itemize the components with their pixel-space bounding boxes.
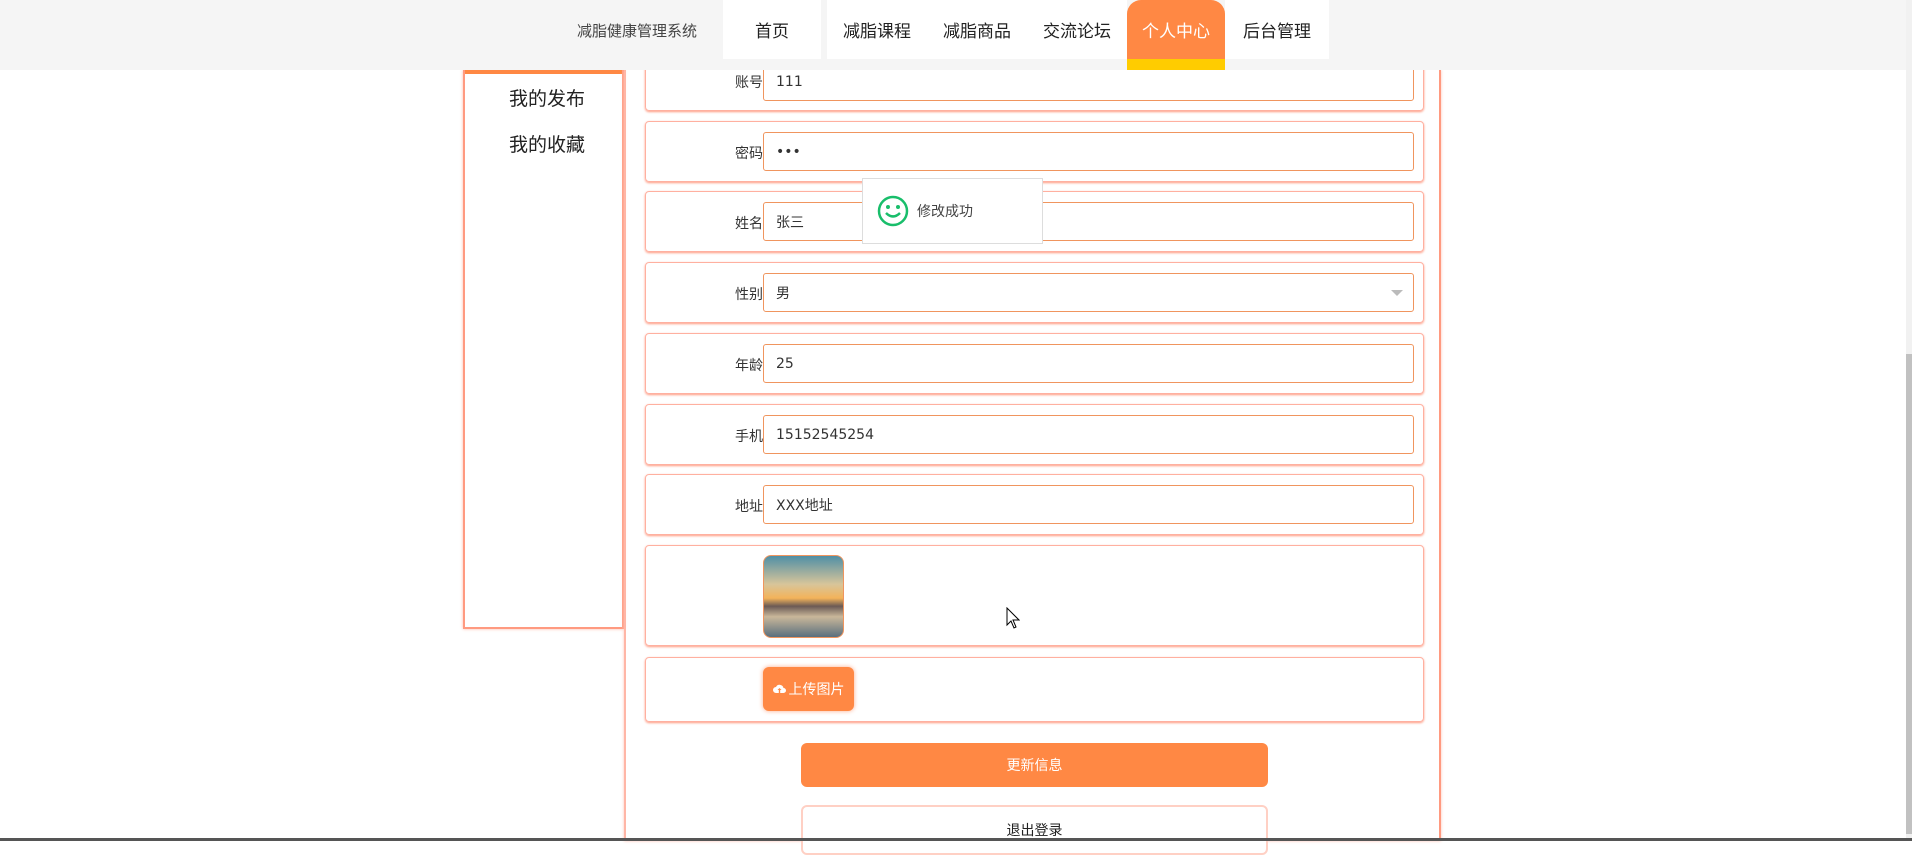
form-row-phone: 手机 15152545254 xyxy=(645,404,1424,465)
nav-products[interactable]: 减脂商品 xyxy=(927,0,1027,59)
account-label: 账号 xyxy=(735,75,763,91)
success-toast: 修改成功 xyxy=(862,178,1043,244)
phone-label: 手机 xyxy=(735,429,763,445)
nav-personal-center[interactable]: 个人中心 xyxy=(1127,0,1225,59)
address-input[interactable]: XXX地址 xyxy=(763,485,1414,524)
smile-icon xyxy=(877,195,909,227)
form-row-avatar xyxy=(645,545,1424,646)
upload-label: 上传图片 xyxy=(788,682,845,698)
name-label: 姓名 xyxy=(735,216,763,232)
age-input[interactable]: 25 xyxy=(763,344,1414,383)
sidebar-item-my-favorites[interactable]: 我的收藏 xyxy=(465,122,622,168)
sidebar: 我的发布 我的收藏 xyxy=(463,70,624,629)
scrollbar[interactable] xyxy=(1906,0,1912,841)
top-nav-bar: 减脂健康管理系统 首页 减脂课程 减脂商品 交流论坛 个人中心 后台管理 xyxy=(0,0,1906,70)
sidebar-accent xyxy=(465,70,622,74)
form-row-address: 地址 XXX地址 xyxy=(645,474,1424,535)
form-row-upload: 上传图片 xyxy=(645,657,1424,722)
cloud-upload-icon xyxy=(772,684,786,693)
password-input[interactable]: ••• xyxy=(763,132,1414,171)
toast-message: 修改成功 xyxy=(917,204,973,220)
form-row-password: 密码 ••• xyxy=(645,121,1424,182)
avatar-image xyxy=(763,555,844,638)
scrollbar-thumb[interactable] xyxy=(1906,354,1912,834)
phone-input[interactable]: 15152545254 xyxy=(763,415,1414,454)
nav-courses[interactable]: 减脂课程 xyxy=(827,0,927,59)
name-input[interactable]: 张三 xyxy=(763,202,1414,241)
address-label: 地址 xyxy=(735,499,763,515)
logout-button[interactable]: 退出登录 xyxy=(801,805,1268,855)
nav-home[interactable]: 首页 xyxy=(723,0,821,59)
nav-admin[interactable]: 后台管理 xyxy=(1225,0,1329,59)
form-row-gender: 性别 男 xyxy=(645,262,1424,323)
active-nav-indicator xyxy=(1127,59,1225,70)
nav-forum[interactable]: 交流论坛 xyxy=(1027,0,1127,59)
age-label: 年龄 xyxy=(735,358,763,374)
form-row-age: 年龄 25 xyxy=(645,333,1424,394)
chevron-down-icon xyxy=(1391,290,1403,302)
sidebar-item-my-posts[interactable]: 我的发布 xyxy=(465,76,622,122)
mouse-cursor-icon xyxy=(1006,607,1020,629)
password-label: 密码 xyxy=(735,146,763,162)
update-info-button[interactable]: 更新信息 xyxy=(801,743,1268,787)
gender-select[interactable]: 男 xyxy=(763,273,1414,312)
gender-value: 男 xyxy=(776,285,790,302)
upload-image-button[interactable]: 上传图片 xyxy=(763,667,854,711)
site-title: 减脂健康管理系统 xyxy=(576,22,697,40)
gender-label: 性别 xyxy=(735,287,763,303)
